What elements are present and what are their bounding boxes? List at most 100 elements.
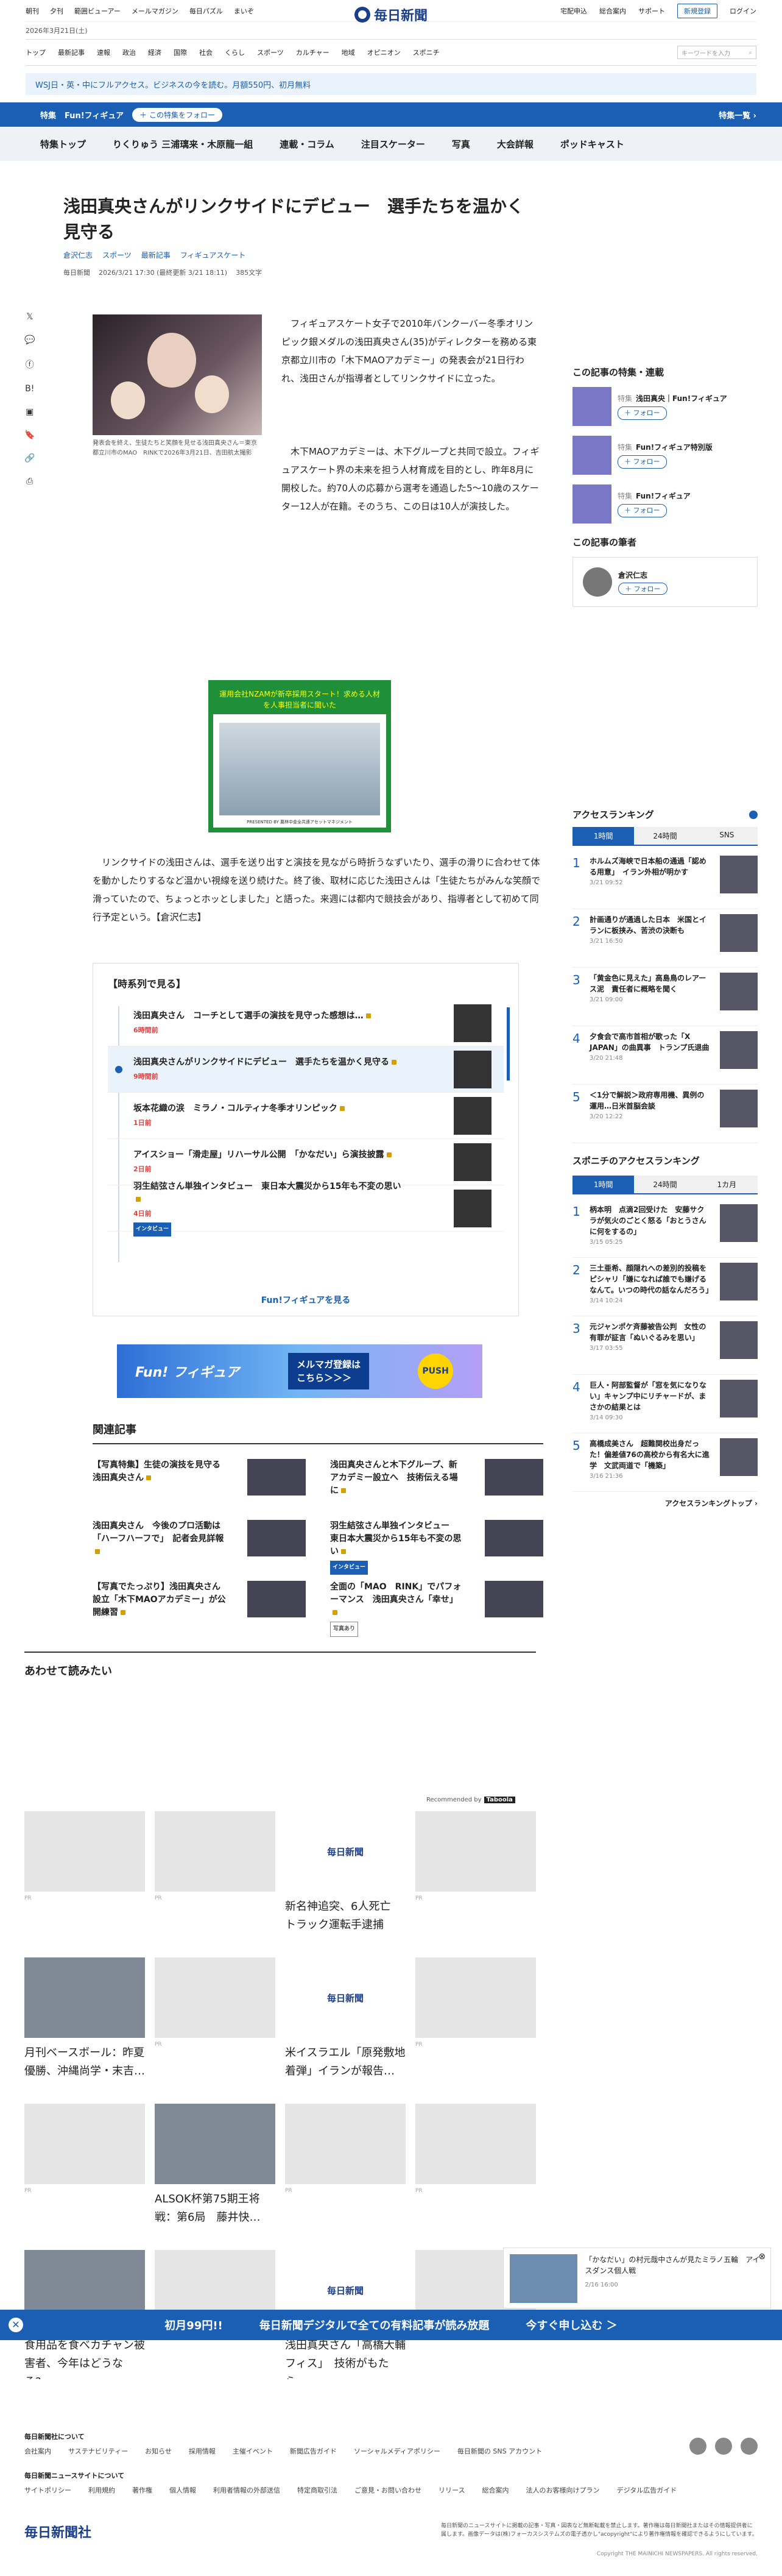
ranking-item[interactable]: 3 元ジャンポケ斉藤被告公判 女性の有罪が証言「ぬいぐるみを思い」 3/17 03:… — [572, 1316, 758, 1375]
recommend-card[interactable]: PR — [415, 1957, 536, 2087]
ranking-info-icon[interactable] — [749, 810, 758, 819]
recommend-card[interactable]: 毎日新聞 新名神追突、6人死亡 トラック運転手逮捕 — [285, 1811, 406, 1940]
subnav-item[interactable]: 大会詳報 — [497, 138, 534, 151]
util-link[interactable]: 夕刊 — [50, 6, 63, 16]
author-link[interactable]: 倉沢仁志 — [63, 250, 93, 260]
footer-link[interactable]: 利用規約 — [88, 2485, 115, 2495]
util-right-link[interactable]: 宅配申込 — [560, 6, 587, 16]
recommend-card[interactable]: PR — [24, 2104, 145, 2233]
recommend-card[interactable]: 毎日新聞 米イスラエル「原発敷地着弾」イランが報告… — [285, 1957, 406, 2087]
ranking-tab[interactable]: 1時間 — [572, 827, 635, 845]
subnav-item[interactable]: 特集トップ — [40, 138, 86, 151]
site-logo[interactable]: 毎日新聞 — [354, 5, 428, 24]
subnav-item[interactable]: 連載・コラム — [280, 138, 334, 151]
footer-link[interactable]: 利用者情報の外部送信 — [213, 2485, 280, 2495]
util-link[interactable]: まいぞ — [234, 6, 254, 16]
subscribe-button[interactable]: 今すぐ申し込む ＞ — [526, 2317, 617, 2333]
bookmark-icon[interactable]: 🔖 — [24, 430, 35, 440]
search-input[interactable]: キーワードを入力 ⌕ — [677, 46, 756, 59]
util-right-link[interactable]: サポート — [638, 6, 665, 16]
nav-item[interactable]: カルチャー — [296, 48, 329, 57]
ranking-item[interactable]: 1 ホルムズ海峡で日本船の通過「認める用意」 イラン外相が明かす 3/21 09:5… — [572, 851, 758, 909]
print-icon[interactable]: ⎙ — [26, 477, 33, 486]
link-copy-icon[interactable]: 🔗 — [24, 453, 35, 463]
ranking-tab[interactable]: SNS — [696, 827, 758, 845]
related-item[interactable]: 浅田真央さん 今後のプロ活動は「ハーフハーフで」 記者会見詳報 — [93, 1514, 306, 1575]
ranking-item[interactable]: 2 計画通りが通過した日本 米国とイランに板挟み、苦渋の決断も 3/21 16:50 — [572, 909, 758, 968]
recommend-card[interactable]: ALSOK杯第75期王将戦：第6局 藤井快… — [155, 2104, 275, 2233]
ranking-item[interactable]: 3 「黄金色に見えた」高島鳥のレアース泥 責任者に概略を聞く 3/21 09:00 — [572, 968, 758, 1026]
nav-item[interactable]: 速報 — [97, 48, 110, 57]
related-item[interactable]: 羽生結弦さん単独インタビュー 東日本大震災から15年も不変の思い インタビュー — [330, 1514, 543, 1575]
footer-link[interactable]: 会社案内 — [24, 2446, 51, 2456]
line-icon[interactable]: ▣ — [26, 407, 33, 417]
series-item[interactable]: 特集 Fun!フィギュア ＋ フォロー — [572, 484, 758, 523]
timeline-item[interactable]: 浅田真央さんがリンクサイドにデビュー 選手たちを温かく見守る 9時間前 — [108, 1046, 504, 1093]
footer-link[interactable]: お知らせ — [145, 2446, 172, 2456]
hatena-icon[interactable]: B! — [25, 384, 34, 394]
nav-item[interactable]: スポニチ — [413, 48, 440, 57]
footer-link[interactable]: 毎日新聞の SNS アカウント — [457, 2446, 542, 2456]
timeline-item[interactable]: 羽生結弦さん単独インタビュー 東日本大震災から15年も不変の思い 4日前 インタビュ… — [108, 1182, 504, 1237]
timeline-item[interactable]: アイスショー「滑走屋」リハーサル公開 「かなだい」ら演技披露 2日前 — [108, 1139, 504, 1185]
footer-link[interactable]: 特定商取引法 — [297, 2485, 337, 2495]
ranking-top-link[interactable]: アクセスランキングトップ › — [572, 1492, 758, 1514]
author-follow-button[interactable]: ＋ フォロー — [618, 582, 668, 595]
nav-item[interactable]: 政治 — [122, 48, 136, 57]
nav-item[interactable]: トップ — [26, 48, 46, 57]
ranking-item[interactable]: 4 夕食会で高市首相が歌った「X JAPAN」の曲異事 トランプ氏退曲 3/20 2… — [572, 1026, 758, 1085]
footer-link[interactable]: 著作権 — [132, 2485, 152, 2495]
login-link[interactable]: ログイン — [730, 6, 756, 16]
ranking-tab[interactable]: 1カ月 — [696, 1176, 758, 1193]
instagram-icon[interactable] — [741, 2438, 758, 2455]
nav-item[interactable]: くらし — [225, 48, 245, 57]
x-icon[interactable] — [689, 2438, 706, 2455]
nav-item[interactable]: 経済 — [148, 48, 161, 57]
recommend-card[interactable]: PR — [415, 1811, 536, 1940]
footer-link[interactable]: サイトポリシー — [24, 2485, 71, 2495]
series-follow-button[interactable]: ＋ フォロー — [618, 406, 667, 420]
search-icon[interactable]: ⌕ — [749, 49, 752, 56]
util-link[interactable]: 朝刊 — [26, 6, 39, 16]
footer-link[interactable]: リリース — [439, 2485, 465, 2495]
comment-icon[interactable]: 💬 — [24, 335, 35, 345]
subnav-item[interactable]: りくりゅう 三浦璃来・木原龍一組 — [113, 138, 253, 151]
subscribe-bar[interactable]: ✕ 初月99円!! 毎日新聞デジタルで全ての有料記事が読み放題 今すぐ申し込む … — [0, 2310, 782, 2340]
ranking-item[interactable]: 5 高橋成美さん 超難関校出身だった！偏差値76の高校から有名大に進学 文武両道で… — [572, 1433, 758, 1492]
related-item[interactable]: 【写真でたっぷり】浅田真央さん設立「木下MAOアカデミー」が公開練習 — [93, 1575, 306, 1636]
recommend-card[interactable]: PR — [24, 1811, 145, 1940]
nav-item[interactable]: スポーツ — [257, 48, 284, 57]
series-follow-button[interactable]: ＋ フォロー — [618, 504, 667, 517]
util-right-link[interactable]: 総合案内 — [599, 6, 626, 16]
ad-nzam[interactable]: 運用会社NZAMが新卒採用スタート！求める人材を人事担当者に聞いた PRESENT… — [208, 680, 391, 832]
x-share-icon[interactable]: 𝕏 — [26, 312, 33, 322]
ranking-item[interactable]: 4 巨人・阿部監督が「窓を気になりない」キャンプ中にリチャードが、まさかの結果とは… — [572, 1375, 758, 1433]
footer-link[interactable]: 主催イベント — [233, 2446, 273, 2456]
article-photo[interactable] — [93, 314, 262, 435]
popup-article[interactable]: 「かなだい」の村元哉中さんが見たミラノ五輪 アイスダンス個人戦 2/16 16:0… — [503, 2248, 771, 2308]
related-item[interactable]: 【写真特集】生徒の演技を見守る浅田真央さん — [93, 1453, 306, 1514]
timeline-scrollbar[interactable] — [507, 1007, 510, 1080]
timeline-more-link[interactable]: Fun!フィギュアを見る — [93, 1294, 518, 1306]
footer-link[interactable]: ソーシャルメディアポリシー — [354, 2446, 440, 2456]
nav-item[interactable]: 社会 — [199, 48, 213, 57]
ranking-tab[interactable]: 24時間 — [634, 827, 696, 845]
footer-logo[interactable]: 毎日新聞社 — [24, 2522, 91, 2541]
footer-link[interactable]: 個人情報 — [169, 2485, 196, 2495]
ad-mailmag[interactable]: Fun! フィギュア メルマガ登録は こちら＞＞＞ PUSH — [117, 1344, 482, 1398]
series-item[interactable]: 特集 Fun!フィギュア特別版 ＋ フォロー — [572, 436, 758, 475]
footer-link[interactable]: 採用情報 — [189, 2446, 216, 2456]
facebook-icon[interactable] — [715, 2438, 732, 2455]
ranking-item[interactable]: 2 三土亜希、顔隠れへの差別的投稿をピシャリ「嫌になれば誰でも嫌げるなんて。いつの… — [572, 1258, 758, 1316]
ranking-tab[interactable]: 24時間 — [634, 1176, 696, 1193]
nav-item[interactable]: 地域 — [342, 48, 355, 57]
timeline-item[interactable]: 坂本花織の涙 ミラノ・コルティナ冬季オリンピック 1日前 — [108, 1093, 504, 1139]
util-link[interactable]: メールマガジン — [132, 6, 178, 16]
footer-link[interactable]: ご意見・お問い合わせ — [354, 2485, 421, 2495]
ranking-tab[interactable]: 1時間 — [572, 1176, 635, 1193]
timeline-item[interactable]: 浅田真央さん コーチとして選手の演技を見守った感想は… 6時間前 — [108, 1000, 504, 1046]
util-link[interactable]: 範囲ビューアー — [74, 6, 121, 16]
tag-figure[interactable]: フィギュアスケート — [180, 250, 246, 260]
feature-list-link[interactable]: 特集一覧 › — [719, 109, 756, 121]
series-follow-button[interactable]: ＋ フォロー — [618, 455, 667, 469]
